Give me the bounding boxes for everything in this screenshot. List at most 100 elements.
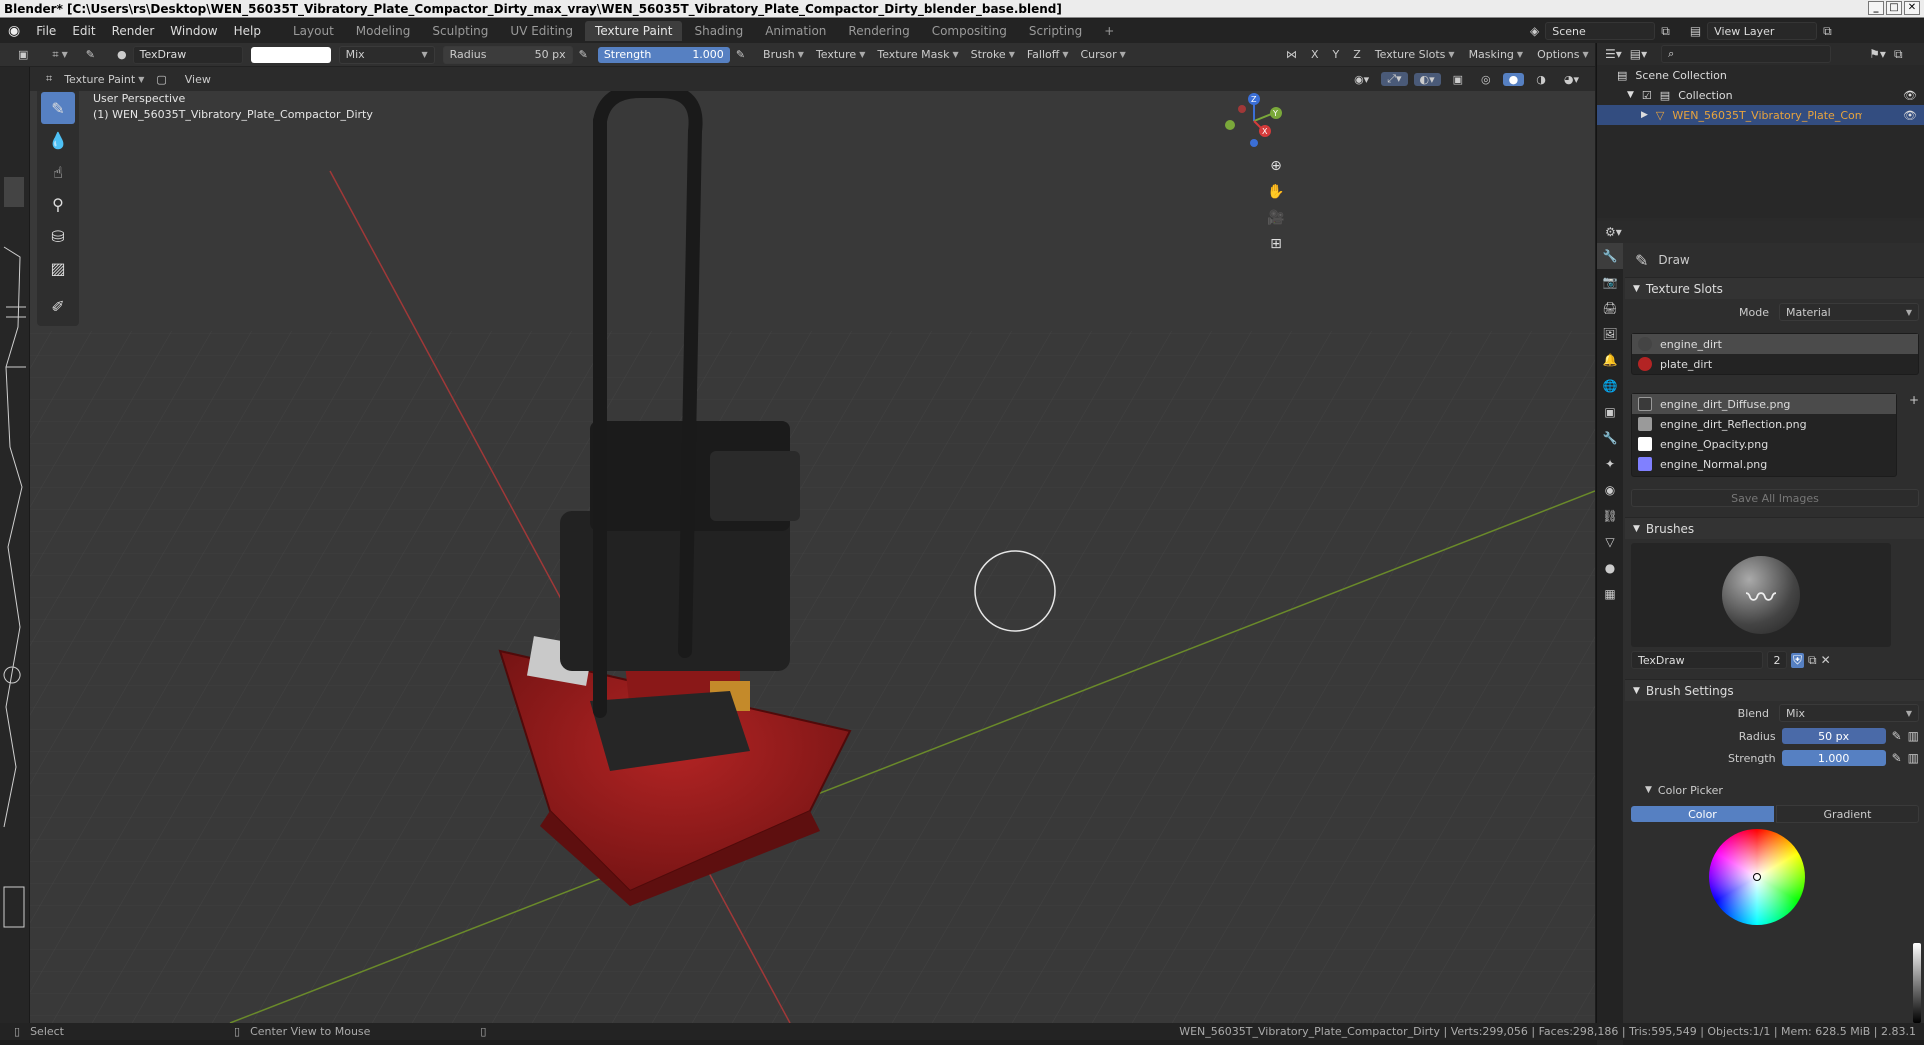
- menu-edit[interactable]: Edit: [64, 24, 103, 38]
- color-wheel[interactable]: [1709, 829, 1805, 925]
- save-all-images-button[interactable]: Save All Images: [1631, 489, 1919, 507]
- tab-sculpting[interactable]: Sculpting: [422, 21, 498, 41]
- editor-type-icon[interactable]: ▣: [12, 48, 34, 61]
- face-mask-toggle[interactable]: ▢: [150, 73, 172, 86]
- tab-layout[interactable]: Layout: [283, 21, 344, 41]
- draw-tool-icon[interactable]: ✎: [41, 92, 75, 124]
- brush-preview[interactable]: 〰: [1631, 543, 1891, 647]
- gizmo-toggle-icon[interactable]: ⤢▾: [1381, 72, 1408, 86]
- annotate-tool-icon[interactable]: ✐: [41, 290, 75, 322]
- new-view-layer-icon[interactable]: ⧉: [1823, 24, 1832, 39]
- menu-texture[interactable]: Texture ▼: [810, 48, 871, 61]
- material-item[interactable]: engine_dirt: [1632, 334, 1918, 354]
- menu-falloff[interactable]: Falloff ▼: [1021, 48, 1075, 61]
- image-slot-list[interactable]: engine_dirt_Diffuse.png engine_dirt_Refl…: [1631, 393, 1897, 477]
- output-tab-icon[interactable]: 🖨: [1597, 295, 1623, 321]
- brush-fake-user-icon[interactable]: ●: [111, 48, 133, 61]
- brushes-panel-header[interactable]: ▼ Brushes: [1625, 517, 1924, 539]
- visibility-icon[interactable]: ◉▾: [1348, 73, 1375, 86]
- outliner-editor-icon[interactable]: ☰▾: [1605, 47, 1622, 61]
- zoom-icon[interactable]: ⊕: [1263, 153, 1289, 179]
- mode-dropdown[interactable]: Texture Paint ▼: [58, 73, 150, 86]
- xray-toggle-icon[interactable]: ▣: [1447, 73, 1469, 86]
- eye-icon[interactable]: 👁: [1903, 109, 1917, 122]
- strength-unit-icon[interactable]: ▥: [1908, 751, 1919, 765]
- color-wheel-cursor[interactable]: [1753, 873, 1761, 881]
- tab-texture-paint[interactable]: Texture Paint: [585, 21, 683, 41]
- brush-blend-dropdown[interactable]: Mix ▼: [1779, 704, 1919, 722]
- image-slot-item[interactable]: engine_Normal.png: [1632, 454, 1896, 474]
- strength-pressure-icon[interactable]: ✎: [1892, 751, 1902, 765]
- value-slider[interactable]: [1913, 943, 1921, 1023]
- mirror-y-toggle[interactable]: Y: [1327, 48, 1346, 61]
- brush-strength-slider[interactable]: 1.000: [1781, 750, 1886, 766]
- tab-gradient[interactable]: Gradient: [1775, 805, 1919, 823]
- expand-arrow-icon[interactable]: ▶: [1641, 110, 1648, 120]
- display-mode-icon[interactable]: ▤▾: [1630, 47, 1647, 61]
- world-tab-icon[interactable]: 🌐: [1597, 373, 1623, 399]
- radius-unit-icon[interactable]: ▥: [1908, 729, 1919, 743]
- tab-shading[interactable]: Shading: [684, 21, 753, 41]
- outliner-object[interactable]: ▶ ▽ WEN_56035T_Vibratory_Plate_Compactor…: [1597, 105, 1924, 125]
- brush-name-input[interactable]: TexDraw: [1631, 651, 1763, 669]
- maximize-button[interactable]: □: [1886, 1, 1902, 15]
- radius-slider[interactable]: 50 px: [1781, 728, 1886, 744]
- particles-tab-icon[interactable]: ✦: [1597, 451, 1623, 477]
- texture-slots-panel-header[interactable]: ▼ Texture Slots: [1625, 277, 1924, 299]
- smear-tool-icon[interactable]: ☝: [41, 156, 75, 188]
- brush-color-swatch[interactable]: [250, 46, 331, 63]
- soften-tool-icon[interactable]: 💧: [41, 124, 75, 156]
- radius-pressure-icon[interactable]: ✎: [573, 48, 594, 61]
- filter-icon[interactable]: ⚑▾: [1869, 47, 1886, 61]
- eye-icon[interactable]: 👁: [1903, 89, 1917, 102]
- expand-arrow-icon[interactable]: ▼: [1627, 90, 1634, 100]
- tab-rendering[interactable]: Rendering: [838, 21, 919, 41]
- image-slot-item[interactable]: engine_dirt_Reflection.png: [1632, 414, 1896, 434]
- menu-file[interactable]: File: [28, 24, 64, 38]
- modifier-tab-icon[interactable]: 🔧: [1597, 425, 1623, 451]
- overlay-toggle-icon[interactable]: ◐▾: [1413, 72, 1441, 86]
- shading-rendered-icon[interactable]: ◕▾: [1558, 73, 1585, 86]
- menu-window[interactable]: Window: [162, 24, 225, 38]
- 3d-viewport[interactable]: User Perspective (1) WEN_56035T_Vibrator…: [30, 91, 1595, 1023]
- pan-hand-icon[interactable]: ✋: [1263, 179, 1289, 205]
- tab-scripting[interactable]: Scripting: [1019, 21, 1092, 41]
- navigation-gizmo[interactable]: Z Y X: [1190, 91, 1310, 161]
- brush-icon[interactable]: ✎: [80, 48, 101, 61]
- material-tab-icon[interactable]: ●: [1597, 555, 1623, 581]
- physics-tab-icon[interactable]: ◉: [1597, 477, 1623, 503]
- material-item[interactable]: plate_dirt: [1632, 354, 1918, 374]
- material-list[interactable]: engine_dirt plate_dirt: [1631, 333, 1919, 375]
- menu-texture-mask[interactable]: Texture Mask ▼: [871, 48, 964, 61]
- tab-uv-editing[interactable]: UV Editing: [500, 21, 583, 41]
- camera-icon[interactable]: 🎥: [1263, 205, 1289, 231]
- new-scene-icon[interactable]: ⧉: [1661, 24, 1670, 39]
- texture-tab-icon[interactable]: ▦: [1597, 581, 1623, 607]
- add-workspace-button[interactable]: +: [1094, 21, 1124, 41]
- color-picker-subpanel-header[interactable]: ▼ Color Picker: [1625, 775, 1924, 805]
- outliner-collection[interactable]: ▼ ☑ ▤ Collection 👁: [1597, 85, 1924, 105]
- mode-icon[interactable]: ⌗ ▼: [46, 48, 73, 62]
- brush-settings-panel-header[interactable]: ▼ Brush Settings: [1625, 679, 1924, 701]
- image-slot-item[interactable]: engine_Opacity.png: [1632, 434, 1896, 454]
- object-tab-icon[interactable]: ▣: [1597, 399, 1623, 425]
- strength-pressure-icon[interactable]: ✎: [730, 48, 751, 61]
- shading-solid-icon[interactable]: ●: [1502, 72, 1525, 86]
- menu-stroke[interactable]: Stroke ▼: [965, 48, 1021, 61]
- menu-texture-slots[interactable]: Texture Slots ▼: [1369, 48, 1461, 61]
- unlink-brush-icon[interactable]: ✕: [1821, 653, 1831, 667]
- tool-tab-icon[interactable]: 🔧: [1597, 243, 1623, 269]
- ortho-grid-icon[interactable]: ⊞: [1263, 231, 1289, 257]
- render-tab-icon[interactable]: 📷: [1597, 269, 1623, 295]
- shading-material-icon[interactable]: ◑: [1530, 73, 1552, 86]
- menu-masking[interactable]: Masking ▼: [1463, 48, 1530, 61]
- uv-editor-strip[interactable]: [0, 67, 30, 1023]
- outliner-scene-collection[interactable]: ▤ Scene Collection: [1597, 65, 1924, 85]
- mirror-x-toggle[interactable]: X: [1305, 48, 1325, 61]
- radius-pressure-icon[interactable]: ✎: [1892, 729, 1902, 743]
- data-tab-icon[interactable]: ▽: [1597, 529, 1623, 555]
- fill-tool-icon[interactable]: ⛁: [41, 220, 75, 252]
- tab-animation[interactable]: Animation: [755, 21, 836, 41]
- blender-logo-icon[interactable]: ◉: [0, 23, 28, 39]
- add-slot-icon[interactable]: +: [1909, 393, 1919, 407]
